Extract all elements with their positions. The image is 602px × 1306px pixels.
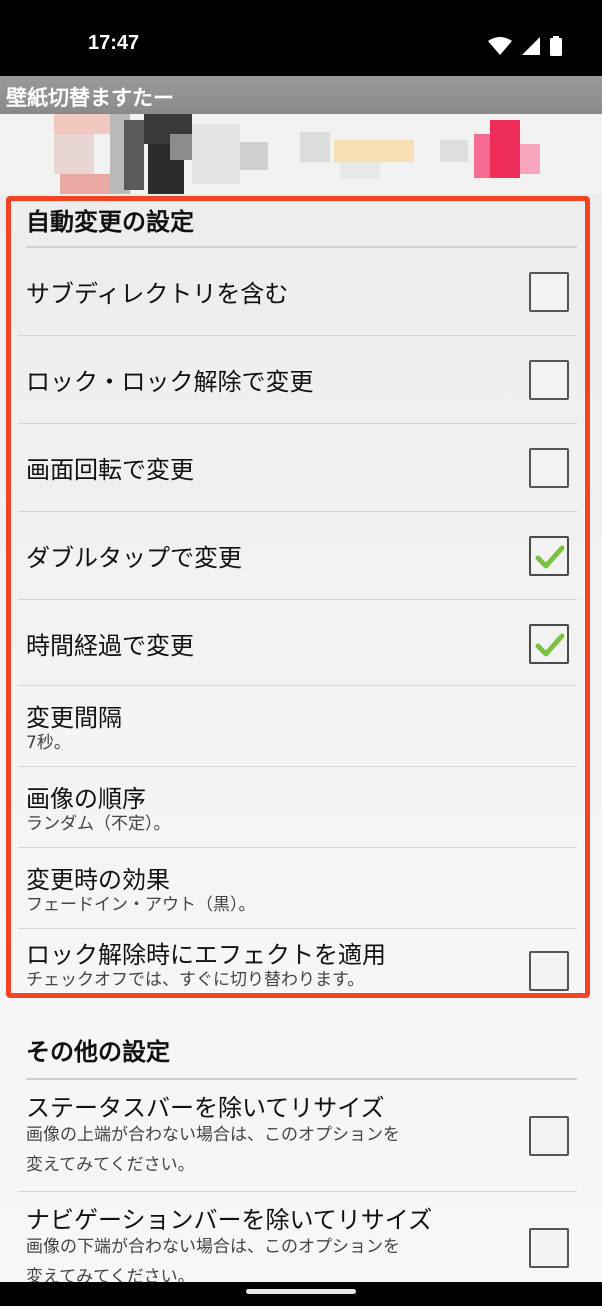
pref-label: ロック・ロック解除で変更 [26, 368, 314, 396]
navigation-bar [0, 1282, 602, 1306]
battery-icon [550, 36, 562, 56]
pref-summary-line1: 画像の上端が合わない場合は、このオプションを [26, 1125, 400, 1145]
pref-summary-line2: 変えてみてください。 [26, 1267, 195, 1282]
pref-resize-excluding-navigation-bar[interactable]: ナビゲーションバーを除いてリサイズ 画像の下端が合わない場合は、このオプションを… [18, 1192, 577, 1282]
pref-change-on-rotation[interactable]: 画面回転で変更 [18, 424, 577, 512]
checkmark-icon [535, 545, 565, 569]
checkbox-change-on-rotation[interactable] [529, 448, 569, 488]
settings-list: 自動変更の設定 サブディレクトリを含む ロック・ロック解除で変更 画面回転で変更… [0, 194, 602, 1282]
pref-label: ダブルタップで変更 [26, 544, 242, 572]
pref-label: 時間経過で変更 [26, 632, 194, 660]
pref-label: ナビゲーションバーを除いてリサイズ [26, 1206, 433, 1234]
pref-resize-excluding-status-bar[interactable]: ステータスバーを除いてリサイズ 画像の上端が合わない場合は、このオプションを 変… [18, 1080, 577, 1192]
checkbox-include-subdirectories[interactable] [529, 272, 569, 312]
pref-summary: ランダム（不定）。 [26, 814, 171, 834]
pref-include-subdirectories[interactable]: サブディレクトリを含む [18, 248, 577, 336]
checkbox-change-on-lock-unlock[interactable] [529, 360, 569, 400]
pref-transition-effect[interactable]: 変更時の効果 フェードイン・アウト（黒）。 [18, 848, 577, 929]
category-header-auto-change: 自動変更の設定 [26, 202, 577, 248]
pref-apply-effect-on-unlock[interactable]: ロック解除時にエフェクトを適用 チェックオフでは、すぐに切り替わります。 [18, 929, 577, 995]
app-title-bar: 壁紙切替ますたー [0, 76, 602, 114]
status-icons [488, 36, 562, 56]
signal-icon [522, 37, 540, 55]
pref-change-on-double-tap[interactable]: ダブルタップで変更 [18, 512, 577, 600]
pref-summary-line1: 画像の下端が合わない場合は、このオプションを [26, 1237, 400, 1257]
checkmark-icon [535, 633, 565, 657]
pref-change-interval[interactable]: 変更間隔 7秒。 [18, 686, 577, 767]
pref-summary: 7秒。 [26, 733, 71, 753]
checkbox-resize-excluding-status-bar[interactable] [529, 1116, 569, 1156]
pref-label: サブディレクトリを含む [26, 280, 289, 308]
pref-label: ステータスバーを除いてリサイズ [26, 1094, 385, 1122]
pref-summary: フェードイン・アウト（黒）。 [26, 895, 256, 915]
wallpaper-preview-image [0, 114, 602, 194]
status-bar: 17:47 [0, 0, 602, 76]
app-title: 壁紙切替ますたー [6, 86, 174, 110]
pref-label: 画面回転で変更 [26, 456, 194, 484]
checkbox-change-on-double-tap[interactable] [529, 536, 569, 576]
pref-summary-line2: 変えてみてください。 [26, 1155, 195, 1175]
status-time: 17:47 [88, 32, 140, 54]
checkbox-change-over-time[interactable] [529, 624, 569, 664]
pref-change-on-lock-unlock[interactable]: ロック・ロック解除で変更 [18, 336, 577, 424]
pref-image-order[interactable]: 画像の順序 ランダム（不定）。 [18, 767, 577, 848]
wifi-icon [488, 37, 512, 55]
home-gesture-handle[interactable] [246, 1289, 356, 1294]
checkbox-apply-effect-on-unlock[interactable] [529, 951, 569, 991]
checkbox-resize-excluding-navigation-bar[interactable] [529, 1228, 569, 1268]
pref-change-over-time[interactable]: 時間経過で変更 [18, 600, 577, 686]
category-header-other: その他の設定 [26, 1030, 577, 1080]
pref-summary: チェックオフでは、すぐに切り替わります。 [26, 970, 365, 990]
